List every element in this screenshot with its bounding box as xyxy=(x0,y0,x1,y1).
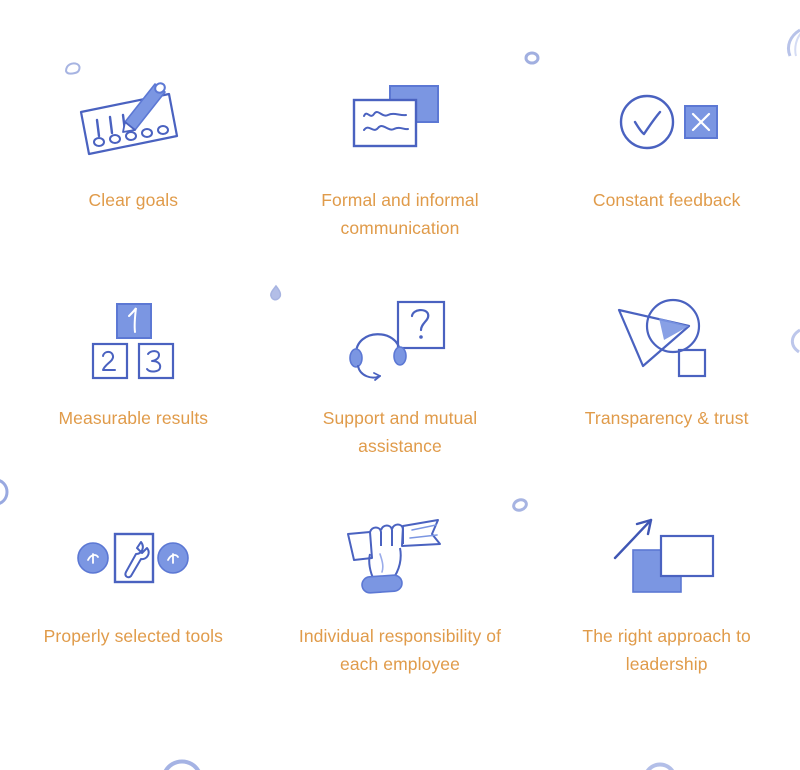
grid-item-label: Formal and informal communication xyxy=(321,190,479,238)
grid-item-label: Properly selected tools xyxy=(43,626,223,646)
arc-doodle-icon xyxy=(162,752,202,770)
grid-item-label: Clear goals xyxy=(88,190,179,210)
grid-item-label: Transparency & trust xyxy=(584,408,749,428)
icon-container xyxy=(73,502,193,614)
grid-item-support-mutual-assistance[interactable]: Support and mutual assistance xyxy=(267,278,534,496)
arc-small-doodle-icon xyxy=(644,758,676,770)
checklist-pencil-icon xyxy=(80,82,179,156)
wrench-gears-icon xyxy=(77,532,190,584)
grid-item-measurable-results[interactable]: Measurable results xyxy=(0,278,267,496)
hand-holding-icon xyxy=(346,519,441,594)
icon-container xyxy=(607,502,727,614)
grid-item-label: Measurable results xyxy=(58,408,209,428)
grid-item-clear-goals[interactable]: Clear goals xyxy=(0,60,267,278)
check-circle-cross-square-icon xyxy=(619,94,718,150)
grid-item-formal-informal-communication[interactable]: Formal and informal communication xyxy=(267,60,534,278)
grid-item-individual-responsibility[interactable]: Individual responsibility of each employ… xyxy=(267,496,534,714)
grid-item-label: The right approach to leadership xyxy=(582,626,751,674)
arrow-up-squares-icon xyxy=(613,518,714,593)
grid-item-constant-feedback[interactable]: Constant feedback xyxy=(533,60,800,278)
icon-container xyxy=(607,284,727,396)
icon-container xyxy=(73,66,193,178)
grid-item-right-approach-leadership[interactable]: The right approach to leadership xyxy=(533,496,800,714)
grid-item-transparency-trust[interactable]: Transparency & trust xyxy=(533,278,800,496)
grid-item-label: Constant feedback xyxy=(592,190,741,210)
icon-container xyxy=(340,502,460,614)
grid-item-label: Support and mutual assistance xyxy=(322,408,478,456)
overlapping-notes-icon xyxy=(352,85,439,148)
numbered-blocks-icon xyxy=(92,303,175,380)
headset-question-icon xyxy=(349,300,446,381)
icon-container xyxy=(340,66,460,178)
grid-item-properly-selected-tools[interactable]: Properly selected tools xyxy=(0,496,267,714)
icon-container xyxy=(73,284,193,396)
grid-item-label: Individual responsibility of each employ… xyxy=(298,626,502,674)
principles-grid: Clear goals Formal and informal communic… xyxy=(0,60,800,714)
icon-container xyxy=(340,284,460,396)
triangle-circle-square-icon xyxy=(617,298,706,378)
icon-container xyxy=(607,66,727,178)
principles-page: Clear goals Formal and informal communic… xyxy=(0,0,800,770)
